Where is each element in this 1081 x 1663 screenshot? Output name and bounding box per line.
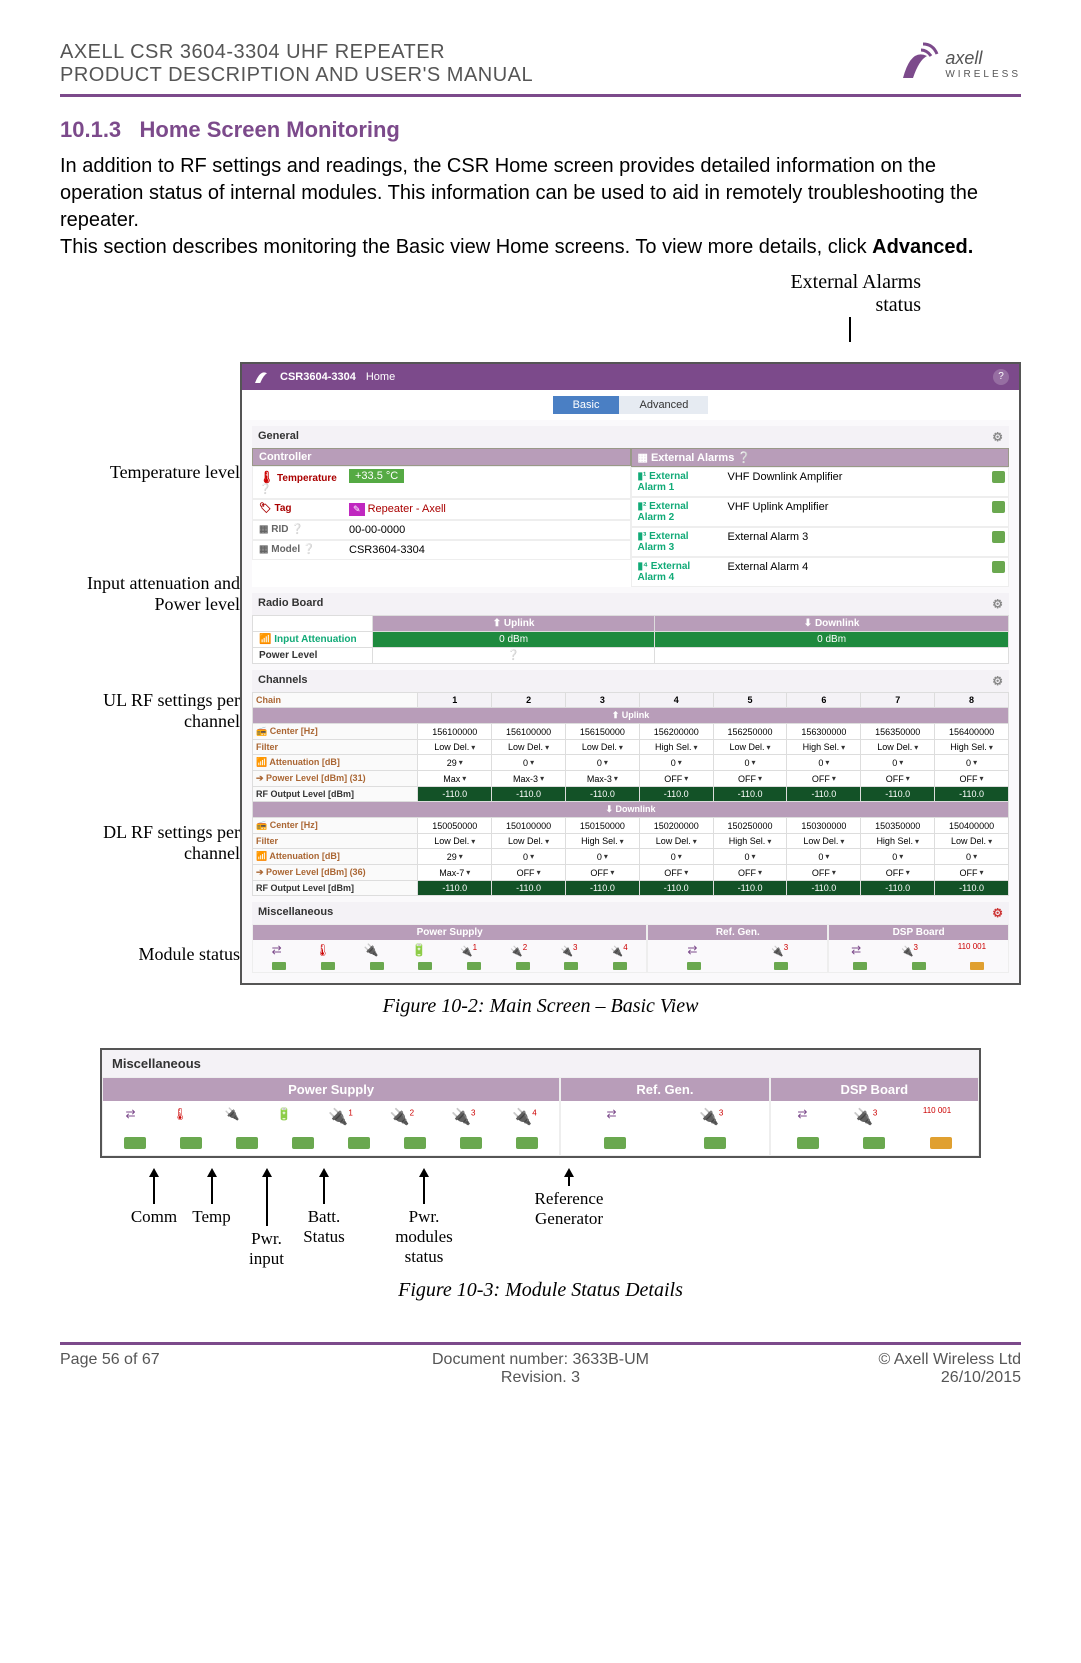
temperature-value: +33.5 °C — [349, 469, 404, 483]
logo-brand: axell — [945, 48, 1021, 69]
pwr-module-2-icon: 🔌2 — [510, 943, 527, 957]
figure-1-caption: Figure 10-2: Main Screen – Basic View — [60, 995, 1021, 1018]
pwr-module-4-icon: 🔌4 — [611, 943, 628, 957]
footer-page: Page 56 of 67 — [60, 1351, 380, 1387]
comm-icon: ⇄ — [125, 1107, 135, 1127]
gear-icon[interactable]: ⚙ — [992, 674, 1003, 688]
battery-icon: 🔋 — [277, 1107, 292, 1127]
panel-channels-title: Channels — [258, 674, 308, 688]
callouts-column: Temperature level Input attenuation and … — [60, 362, 240, 985]
view-tabs: BasicAdvanced — [242, 390, 1019, 420]
footer-date: 26/10/2015 — [701, 1369, 1021, 1387]
panel-general-title: General — [258, 430, 299, 444]
controller-header: Controller — [252, 448, 631, 466]
topbar-model: CSR3604-3304 — [280, 371, 356, 383]
channels-table: Chain 12345678 ⬆ Uplink 📻 Center [Hz]156… — [252, 692, 1009, 896]
paragraph-1: In addition to RF settings and readings,… — [60, 153, 1021, 234]
misc2-power-supply: Power Supply ⇄ 🌡 🔌 🔋 🔌1 🔌2 🔌3 🔌4 — [102, 1077, 560, 1156]
rid-value: 00-00-0000 — [343, 521, 630, 539]
tag-edit-icon[interactable]: ✎ — [349, 503, 365, 516]
comm-icon: ⇄ — [272, 943, 282, 957]
plug-icon: 🔌 — [364, 943, 379, 957]
arrow-ref-gen: ReferenceGenerator — [494, 1168, 644, 1269]
comm-icon: ⇄ — [851, 943, 861, 957]
gear-icon[interactable]: ⚙ — [992, 430, 1003, 444]
tab-basic[interactable]: Basic — [553, 396, 620, 414]
callout-temperature: Temperature level — [60, 462, 240, 483]
doc-footer: Page 56 of 67 Document number: 3633B-UM … — [60, 1342, 1021, 1387]
status-led-ok — [992, 471, 1005, 483]
callout-input: Input attenuation and Power level — [60, 573, 240, 615]
battery-icon: 🔋 — [412, 943, 427, 957]
misc-dsp-board: DSP Board ⇄🔌3110 001 — [828, 924, 1009, 973]
document-page: AXELL CSR 3604-3304 UHF REPEATER PRODUCT… — [0, 0, 1081, 1407]
pwr-module-3-icon: 🔌3 — [561, 943, 578, 957]
dsp-binary-icon: 110 001 — [958, 943, 986, 957]
panel-channels: Channels ⚙ Chain 12345678 ⬆ Uplink 📻 Cent… — [252, 670, 1009, 896]
status-led-warn — [970, 962, 984, 970]
pwr-module-2-icon: 🔌2 — [390, 1107, 414, 1127]
logo-sub: WIRELESS — [945, 69, 1021, 80]
figure-2-container: Miscellaneous Power Supply ⇄ 🌡 🔌 🔋 🔌1 🔌2… — [100, 1048, 981, 1158]
axell-logo: axell WIRELESS — [891, 40, 1021, 88]
callout-dl: DL RF settings per channel — [60, 822, 240, 864]
paragraph-2: This section describes monitoring the Ba… — [60, 234, 1021, 261]
temp-icon: 🌡 — [315, 943, 330, 957]
pwr-module-1-icon: 🔌1 — [460, 943, 477, 957]
figure-2-caption: Figure 10-3: Module Status Details — [60, 1279, 1021, 1302]
arrow-pwr-input: Pwr.input — [239, 1168, 294, 1269]
pwr-module-3-icon: 🔌3 — [451, 1107, 475, 1127]
arrow-pwr-modules: Pwr.modulesstatus — [354, 1168, 494, 1269]
panel-miscellaneous: Miscellaneous⚙ Power Supply ⇄ 🌡 🔌 🔋 🔌1 🔌… — [252, 902, 1009, 973]
temp-icon: 🌡 — [172, 1107, 187, 1127]
arrow-batt-status: Batt.Status — [294, 1168, 354, 1269]
doc-title-line2: PRODUCT DESCRIPTION AND USER'S MANUAL — [60, 64, 533, 87]
axell-logo-icon — [891, 40, 939, 88]
doc-title-line1: AXELL CSR 3604-3304 UHF REPEATER — [60, 41, 533, 64]
section-title: Home Screen Monitoring — [140, 117, 400, 142]
callout-external-alarms-line — [60, 317, 851, 342]
arrow-temp: Temp — [184, 1168, 239, 1269]
misc2-ref-gen: Ref. Gen. ⇄🔌3 — [560, 1077, 769, 1156]
figure-1-container: Temperature level Input attenuation and … — [60, 362, 1021, 985]
footer-docnum: Document number: 3633B-UM — [380, 1351, 700, 1369]
section-heading: 10.1.3 Home Screen Monitoring — [60, 117, 1021, 143]
footer-rev: Revision. 3 — [380, 1369, 700, 1387]
app-topbar: CSR3604-3304 Home ? — [242, 364, 1019, 390]
section-number: 10.1.3 — [60, 117, 121, 142]
figure-2-arrows: Comm Temp Pwr.input Batt.Status Pwr.modu… — [100, 1168, 981, 1269]
tag-value: Repeater - Axell — [368, 503, 446, 515]
tab-advanced[interactable]: Advanced — [619, 396, 708, 414]
arrow-comm: Comm — [124, 1168, 184, 1269]
pwr-module-4-icon: 🔌4 — [512, 1107, 536, 1127]
callout-ul: UL RF settings per channel — [60, 690, 240, 732]
misc-power-supply: Power Supply ⇄ 🌡 🔌 🔋 🔌1 🔌2 🔌3 🔌4 — [252, 924, 647, 973]
callout-module: Module status — [60, 944, 240, 965]
panel-radio-board: Radio Board⚙ ⬆ Uplink⬇ Downlink 📶 Input … — [252, 593, 1009, 664]
screenshot-main: CSR3604-3304 Home ? BasicAdvanced Genera… — [240, 362, 1021, 985]
plug-icon: 🔌 — [225, 1107, 240, 1127]
model-value: CSR3604-3304 — [343, 541, 630, 559]
breadcrumb: Home — [366, 371, 395, 383]
gear-icon[interactable]: ⚙ — [992, 906, 1003, 920]
misc-ref-gen: Ref. Gen. ⇄🔌3 — [647, 924, 828, 973]
footer-copyright: © Axell Wireless Ltd — [701, 1351, 1021, 1369]
panel-radio-title: Radio Board — [258, 597, 323, 611]
help-icon[interactable]: ? — [993, 369, 1009, 385]
topbar-logo-icon — [252, 368, 270, 386]
pwr-module-1-icon: 🔌1 — [328, 1107, 352, 1127]
doc-header: AXELL CSR 3604-3304 UHF REPEATER PRODUCT… — [60, 40, 1021, 97]
panel-general: General⚙ Controller 🌡 Temperature ❔+33.5… — [252, 426, 1009, 587]
gear-icon[interactable]: ⚙ — [992, 597, 1003, 611]
misc2-dsp-board: DSP Board ⇄🔌3110 001 — [770, 1077, 979, 1156]
callout-external-alarms: External Alarms status — [60, 271, 921, 317]
